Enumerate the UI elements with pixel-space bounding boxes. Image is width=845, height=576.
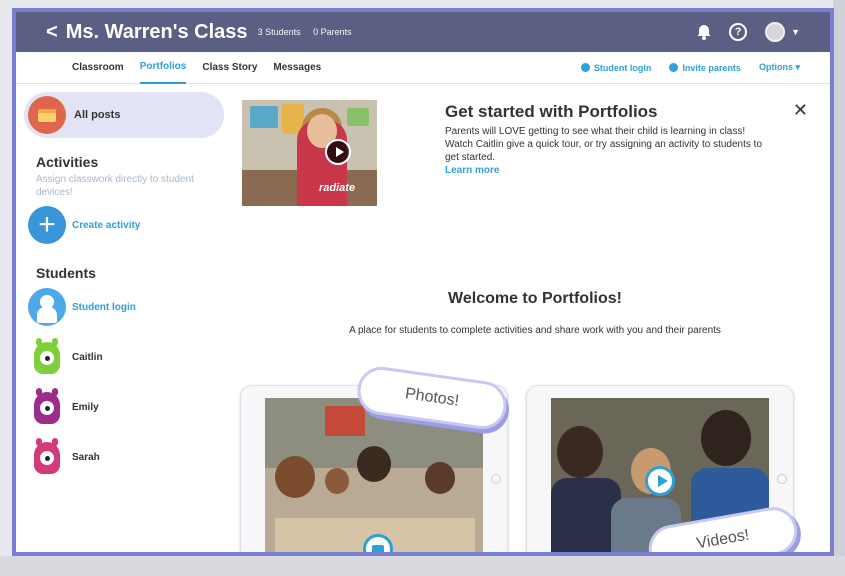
tab-portfolios[interactable]: Portfolios xyxy=(139,52,187,84)
all-posts-item[interactable]: All posts xyxy=(24,92,224,138)
tab-messages[interactable]: Messages xyxy=(273,52,321,84)
invite-parents-icon xyxy=(669,62,679,72)
get-started-title: Get started with Portfolios xyxy=(445,102,658,121)
students-count: 3 Students xyxy=(257,27,301,37)
mailbox-icon xyxy=(28,96,66,134)
student-login-label: Student login xyxy=(72,301,136,313)
back-arrow-icon[interactable]: < xyxy=(46,21,58,44)
bell-icon[interactable] xyxy=(697,24,711,40)
student-name: Caitlin xyxy=(72,351,103,363)
avatar[interactable] xyxy=(765,22,786,42)
app-window: < Ms. Warren's Class 3 Students 0 Parent… xyxy=(12,8,834,556)
class-meta: 3 Students 0 Parents xyxy=(258,27,362,37)
invite-parents-link[interactable]: Invite parents xyxy=(669,62,741,73)
parents-count: 0 Parents xyxy=(313,27,352,37)
sidebar: All posts Activities Assign classwork di… xyxy=(24,92,224,477)
create-activity-button[interactable]: + Create activity xyxy=(28,205,224,245)
get-started-panel: Get started with Portfolios Parents will… xyxy=(445,102,775,176)
class-title[interactable]: Ms. Warren's Class xyxy=(66,21,248,44)
welcome-section: Welcome to Portfolios! A place for stude… xyxy=(240,290,830,336)
tab-classroom[interactable]: Classroom xyxy=(72,52,124,84)
student-item-caitlin[interactable]: Caitlin xyxy=(28,337,224,377)
chevron-down-icon[interactable]: ▼ xyxy=(791,27,800,37)
welcome-title: Welcome to Portfolios! xyxy=(448,290,622,307)
monster-avatar-icon xyxy=(28,338,66,376)
student-login-label: Student login xyxy=(593,62,652,73)
tab-class-story[interactable]: Class Story xyxy=(202,52,257,84)
activities-heading: Activities xyxy=(36,154,99,170)
chevron-down-icon: ▾ xyxy=(795,62,800,72)
student-login-item[interactable]: Student login xyxy=(28,287,224,327)
options-label: Options xyxy=(758,62,793,72)
get-started-body: Parents will LOVE getting to see what th… xyxy=(445,126,763,163)
help-icon[interactable]: ? xyxy=(729,23,748,41)
student-login-icon xyxy=(580,62,590,72)
top-bar: < Ms. Warren's Class 3 Students 0 Parent… xyxy=(16,12,830,52)
student-name: Sarah xyxy=(72,451,100,463)
plus-icon: + xyxy=(28,206,66,244)
background-right xyxy=(833,0,845,576)
student-login-link[interactable]: Student login xyxy=(580,62,652,73)
intro-video-thumbnail[interactable]: radiate xyxy=(242,100,377,206)
student-item-sarah[interactable]: Sarah xyxy=(28,437,224,477)
all-posts-label: All posts xyxy=(74,109,121,121)
invite-parents-label: Invite parents xyxy=(682,62,741,73)
subnav-actions: Student login Invite parents Options ▾ xyxy=(580,62,800,73)
options-menu[interactable]: Options ▾ xyxy=(759,62,800,73)
close-icon[interactable]: ✕ xyxy=(793,100,808,121)
monster-avatar-icon xyxy=(28,388,66,426)
create-activity-label: Create activity xyxy=(72,219,141,231)
student-name: Emily xyxy=(72,401,99,413)
monster-avatar-icon xyxy=(28,438,66,476)
students-heading: Students xyxy=(36,265,96,281)
background-bottom xyxy=(0,556,845,576)
student-item-emily[interactable]: Emily xyxy=(28,387,224,427)
shirt-text: radiate xyxy=(319,182,356,194)
play-icon[interactable] xyxy=(325,139,351,165)
learn-more-link[interactable]: Learn more xyxy=(445,165,775,176)
home-button xyxy=(777,474,787,484)
home-button xyxy=(491,474,501,484)
play-icon[interactable] xyxy=(645,466,675,496)
camera-icon xyxy=(363,534,393,552)
welcome-subtitle: A place for students to complete activit… xyxy=(349,325,721,336)
activities-description: Assign classwork directly to student dev… xyxy=(36,174,194,198)
top-icons: ? ▼ xyxy=(697,12,800,52)
student-login-icon xyxy=(28,288,66,326)
sub-nav: Classroom Portfolios Class Story Message… xyxy=(16,52,830,84)
